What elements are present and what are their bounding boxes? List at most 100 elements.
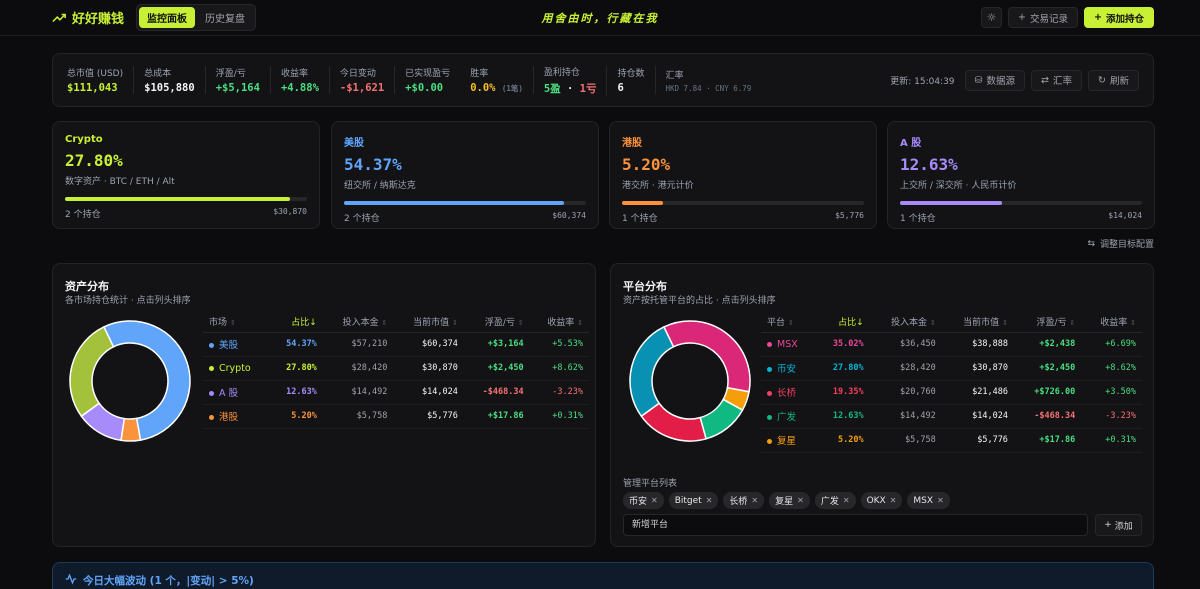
plus-icon: + (1094, 12, 1102, 23)
cell-value: $14,024 (941, 404, 1014, 429)
add-holding-button[interactable]: + 添加持仓 (1084, 7, 1154, 28)
close-icon[interactable]: ✕ (937, 496, 944, 505)
row-name-cell: 港股 (203, 404, 270, 429)
cell-pct: 27.80% (815, 356, 870, 381)
row-name: A 股 (219, 388, 239, 399)
volatility-banner[interactable]: 今日大幅波动 (1 个，|变动| > 5%) (52, 562, 1154, 589)
cell-pct: 35.02% (815, 332, 870, 357)
legend-dot (767, 415, 772, 420)
asset-distribution-panel: 资产分布 各市场持仓统计 · 点击列头排序 市场 ⇕ 占比↓ 投入本金 ⇕ 当前市值 … (52, 263, 596, 547)
cell-pct: 27.80% (269, 356, 323, 381)
row-name: 长桥 (777, 388, 797, 399)
market-card[interactable]: Crypto 27.80% 数字资产 · BTC / ETH / Alt 2 个持仓 $… (52, 121, 320, 229)
column-header[interactable]: 投入本金 ⇕ (869, 312, 942, 333)
column-header[interactable]: 当前市值 ⇕ (393, 312, 464, 333)
datasource-button[interactable]: ⛁ 数据源 (964, 69, 1026, 91)
plus-icon: + (1104, 520, 1112, 530)
donut-slice[interactable] (662, 320, 751, 393)
tab-history[interactable]: 历史复盘 (197, 7, 253, 28)
close-icon[interactable]: ✕ (843, 496, 850, 505)
close-icon[interactable]: ✕ (706, 496, 713, 505)
column-header[interactable]: 占比↓ (269, 312, 323, 333)
market-holdings: 2 个持仓 (344, 214, 380, 224)
fx-value: HKD 7.84 · CNY 6.79 (665, 83, 752, 93)
platform-chip[interactable]: 广发 ✕ (814, 492, 856, 509)
column-header[interactable]: 收益率 ⇕ (529, 312, 589, 333)
table-row[interactable]: 复星 5.20% $5,758 $5,776 +$17.86 +0.31% (761, 428, 1142, 453)
market-holdings: 1 个持仓 (900, 214, 936, 224)
table-row[interactable]: MSX 35.02% $36,450 $38,888 +$2,438 +6.69% (761, 332, 1142, 357)
cell-value: $5,776 (941, 428, 1014, 453)
table-row[interactable]: Crypto 27.80% $28,420 $30,870 +$2,450 +8.62% (203, 356, 589, 381)
cell-cost: $5,758 (322, 404, 394, 429)
donut-slice[interactable] (629, 325, 675, 418)
add-platform-button[interactable]: + 添加 (1095, 514, 1142, 536)
tab-dashboard[interactable]: 监控面板 (139, 7, 196, 28)
column-header[interactable]: 当前市值 ⇕ (941, 312, 1014, 333)
cell-pct: 5.20% (815, 428, 870, 453)
market-card[interactable]: A 股 12.63% 上交所 / 深交所 · 人民币计价 1 个持仓 $14,024 (887, 121, 1155, 229)
column-header[interactable]: 占比↓ (815, 312, 870, 333)
market-value: $14,024 (1108, 211, 1142, 220)
market-title: Crypto (65, 134, 103, 145)
cell-ret: +8.62% (529, 356, 589, 381)
platform-chip[interactable]: Bitget ✕ (668, 492, 719, 509)
table-row[interactable]: 美股 54.37% $57,210 $60,374 +$3,164 +5.53% (203, 332, 589, 357)
sort-icon: ⇕ (1069, 319, 1076, 328)
stat-label: 今日变动 (339, 69, 376, 79)
market-card[interactable]: 港股 5.20% 港交所 · 港元计价 1 个持仓 $5,776 (609, 121, 877, 229)
legend-dot (767, 391, 772, 396)
close-icon[interactable]: ✕ (751, 496, 758, 505)
table-row[interactable]: 港股 5.20% $5,758 $5,776 +$17.86 +0.31% (203, 404, 589, 429)
close-icon[interactable]: ✕ (651, 496, 658, 505)
datasource-label: 数据源 (986, 76, 1016, 87)
logo[interactable]: 好好赚钱 (52, 8, 124, 27)
donut-slice[interactable] (69, 325, 115, 418)
sort-icon: ⇕ (229, 319, 236, 328)
platform-chips: 币安 ✕ Bitget ✕ 长桥 ✕ 复星 ✕ 广发 ✕ OKX ✕ MSX ✕ (623, 492, 950, 509)
allocation-bar-fill (344, 201, 565, 205)
chip-label: Bitget (674, 495, 702, 506)
panel-title: 资产分布 (65, 280, 109, 293)
platform-chip[interactable]: OKX ✕ (860, 492, 903, 509)
trades-button[interactable]: + 交易记录 (1008, 7, 1079, 28)
table-row[interactable]: A 股 12.63% $14,492 $14,024 -$468.34 -3.23% (203, 380, 589, 405)
column-header[interactable]: 市场 ⇕ (203, 312, 270, 333)
stat-value: $111,043 (67, 82, 118, 94)
column-header[interactable]: 浮盈/亏 ⇕ (463, 312, 530, 333)
cell-ret: +6.69% (1081, 332, 1142, 357)
cell-cost: $28,420 (322, 356, 394, 381)
market-pct: 5.20% (622, 155, 671, 174)
new-platform-input[interactable]: 新增平台 (623, 514, 1088, 536)
cell-pnl: +$2,450 (1013, 356, 1082, 381)
summary-strip: 总市值 (USD) $111,043 总成本 $105,880 浮盈/亏 +$5,164 收… (52, 53, 1154, 107)
adjust-target-button[interactable]: ⇆ 调整目标配置 (1087, 237, 1154, 251)
platform-chip[interactable]: MSX ✕ (907, 492, 950, 509)
close-icon[interactable]: ✕ (890, 496, 897, 505)
table-row[interactable]: 长桥 19.35% $20,760 $21,486 +$726.00 +3.50% (761, 380, 1142, 405)
panel-subtitle: 资产按托管平台的占比 · 点击列头排序 (623, 296, 776, 306)
refresh-button[interactable]: ↻ 刷新 (1088, 69, 1139, 91)
sort-icon: ⇕ (451, 319, 458, 328)
table-row[interactable]: 币安 27.80% $28,420 $30,870 +$2,450 +8.62% (761, 356, 1142, 381)
fx-button[interactable]: ⇄ 汇率 (1031, 69, 1083, 91)
column-header[interactable]: 投入本金 ⇕ (322, 312, 394, 333)
row-name: 复星 (777, 436, 797, 447)
platform-chip[interactable]: 币安 ✕ (623, 492, 664, 509)
platform-chip[interactable]: 复星 ✕ (769, 492, 810, 509)
column-header[interactable]: 浮盈/亏 ⇕ (1013, 312, 1082, 333)
column-header[interactable]: 收益率 ⇕ (1081, 312, 1142, 333)
asset-donut-chart[interactable] (65, 316, 195, 446)
asset-table: 市场 ⇕ 占比↓ 投入本金 ⇕ 当前市值 ⇕ 浮盈/亏 ⇕ 收益率 ⇕ 美股 54.37% $5… (203, 312, 589, 429)
platform-donut-chart[interactable] (625, 316, 755, 446)
market-card[interactable]: 美股 54.37% 纽交所 / 纳斯达克 2 个持仓 $60,374 (331, 121, 599, 229)
table-row[interactable]: 广发 12.63% $14,492 $14,024 -$468.34 -3.23% (761, 404, 1142, 429)
cell-value: $30,870 (393, 356, 464, 381)
close-icon[interactable]: ✕ (797, 496, 804, 505)
market-pct: 54.37% (344, 155, 402, 174)
platform-chip[interactable]: 长桥 ✕ (723, 492, 765, 509)
column-header[interactable]: 平台 ⇕ (761, 312, 816, 333)
cell-value: $5,776 (393, 404, 464, 429)
panel-subtitle: 各市场持仓统计 · 点击列头排序 (65, 296, 191, 306)
theme-toggle-button[interactable]: ☼ (981, 7, 1003, 28)
